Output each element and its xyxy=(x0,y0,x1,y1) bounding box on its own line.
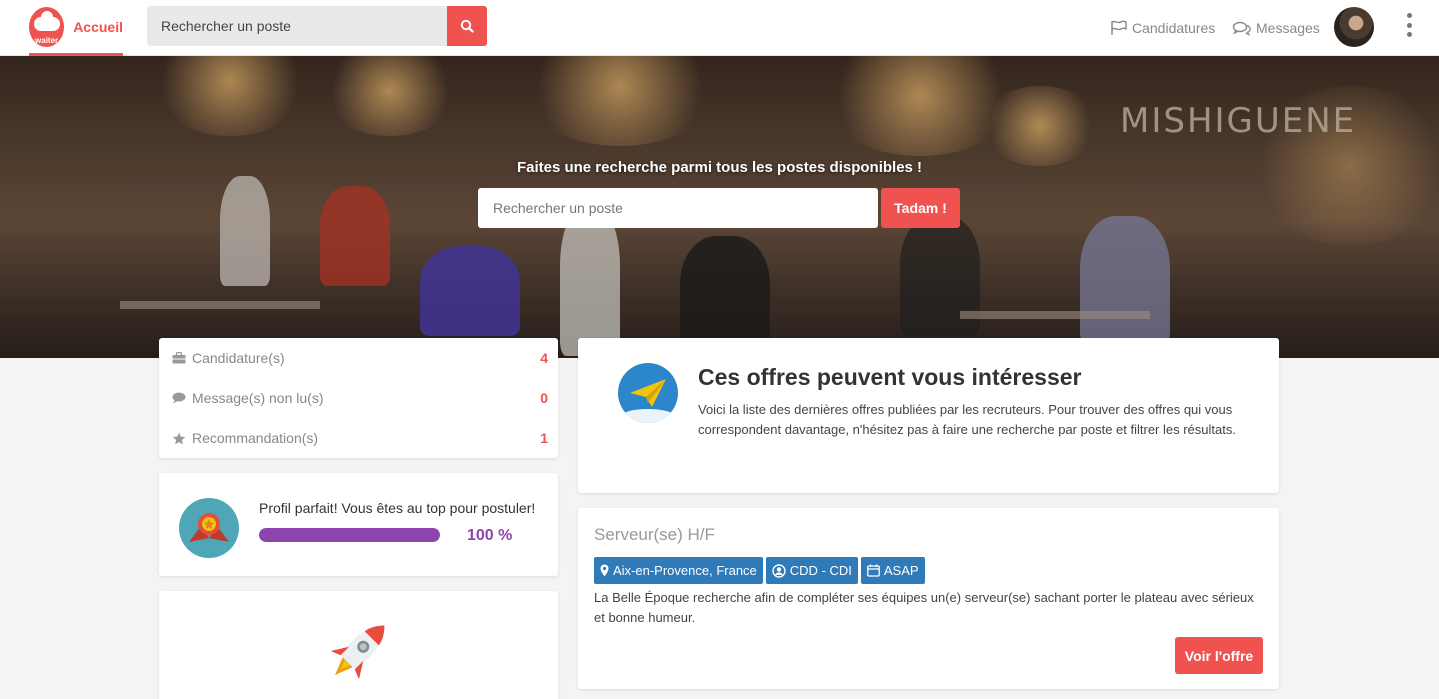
profile-progress-fill xyxy=(259,528,440,542)
medal-icon xyxy=(179,498,239,558)
user-avatar[interactable] xyxy=(1334,7,1374,47)
view-offer-button[interactable]: Voir l'offre xyxy=(1175,637,1263,674)
briefcase-icon xyxy=(172,352,186,364)
job-offer-card: Serveur(se) H/F Aix-en-Provence, France … xyxy=(578,508,1279,689)
more-menu-button[interactable] xyxy=(1404,13,1414,37)
stat-label: Message(s) non lu(s) xyxy=(192,390,324,406)
stat-count: 1 xyxy=(540,430,548,446)
job-tag-contract: CDD - CDI xyxy=(765,557,858,584)
nav-search-input[interactable] xyxy=(147,6,447,46)
home-link[interactable]: waiter Accueil xyxy=(29,0,123,56)
stat-count: 0 xyxy=(540,390,548,406)
stat-label: Recommandation(s) xyxy=(192,430,319,446)
job-title[interactable]: Serveur(se) H/F xyxy=(594,525,715,545)
nav-messages-label: Messages xyxy=(1256,20,1320,36)
user-circle-icon xyxy=(772,563,786,578)
hero-search-button[interactable]: Tadam ! xyxy=(881,188,960,228)
search-icon xyxy=(460,19,474,33)
job-tags: Aix-en-Provence, France CDD - CDI ASAP xyxy=(594,557,925,584)
job-tag-label: CDD - CDI xyxy=(789,563,852,578)
top-navbar: waiter Accueil Candidatures Messages xyxy=(0,0,1439,56)
nav-applications-label: Candidatures xyxy=(1132,20,1216,36)
stat-count: 4 xyxy=(540,350,548,366)
profile-status-text: Profil parfait! Vous êtes au top pour po… xyxy=(259,500,536,516)
profile-progress-percent: 100 % xyxy=(467,527,513,544)
stat-unread-messages[interactable]: Message(s) non lu(s) 0 xyxy=(159,378,558,418)
job-tag-label: ASAP xyxy=(883,563,919,578)
profile-progress-bar xyxy=(259,528,440,542)
hero-title: Faites une recherche parmi tous les post… xyxy=(516,159,923,176)
hero-banner: MISHIGUENE Faites une recherche parmi to… xyxy=(0,56,1439,358)
home-label: Accueil xyxy=(73,18,123,35)
stat-recommendations[interactable]: Recommandation(s) 1 xyxy=(159,418,558,458)
hero-search-input[interactable] xyxy=(478,188,878,228)
stat-label: Candidature(s) xyxy=(192,350,285,366)
chat-icon xyxy=(1232,21,1251,36)
offers-intro-text: Voici la liste des dernières offres publ… xyxy=(698,402,1236,437)
stats-card: Candidature(s) 4 Message(s) non lu(s) 0 … xyxy=(159,338,558,458)
rocket-icon xyxy=(330,625,385,680)
rocket-card xyxy=(159,591,558,699)
paper-plane-icon xyxy=(618,363,678,423)
offers-intro-card: Ces offres peuvent vous intéresser Voici… xyxy=(578,338,1279,493)
flag-icon xyxy=(1111,20,1127,35)
logo-text: waiter xyxy=(35,35,59,45)
nav-messages-link[interactable]: Messages xyxy=(1232,0,1320,56)
map-marker-icon xyxy=(600,564,609,577)
stat-applications[interactable]: Candidature(s) 4 xyxy=(159,338,558,378)
waiter-logo: waiter xyxy=(29,6,65,47)
star-icon xyxy=(172,432,186,445)
nav-applications-link[interactable]: Candidatures xyxy=(1110,0,1215,56)
job-tag-start: ASAP xyxy=(860,557,925,584)
job-tag-label: Aix-en-Provence, France xyxy=(613,563,757,578)
comment-icon xyxy=(172,392,186,404)
offers-intro-title: Ces offres peuvent vous intéresser xyxy=(698,364,1082,390)
job-description: La Belle Époque recherche afin de complé… xyxy=(594,590,1254,625)
job-tag-location: Aix-en-Provence, France xyxy=(594,557,763,584)
nav-search-button[interactable] xyxy=(447,6,487,46)
calendar-icon xyxy=(867,564,880,577)
profile-completion-card: Profil parfait! Vous êtes au top pour po… xyxy=(159,473,558,576)
